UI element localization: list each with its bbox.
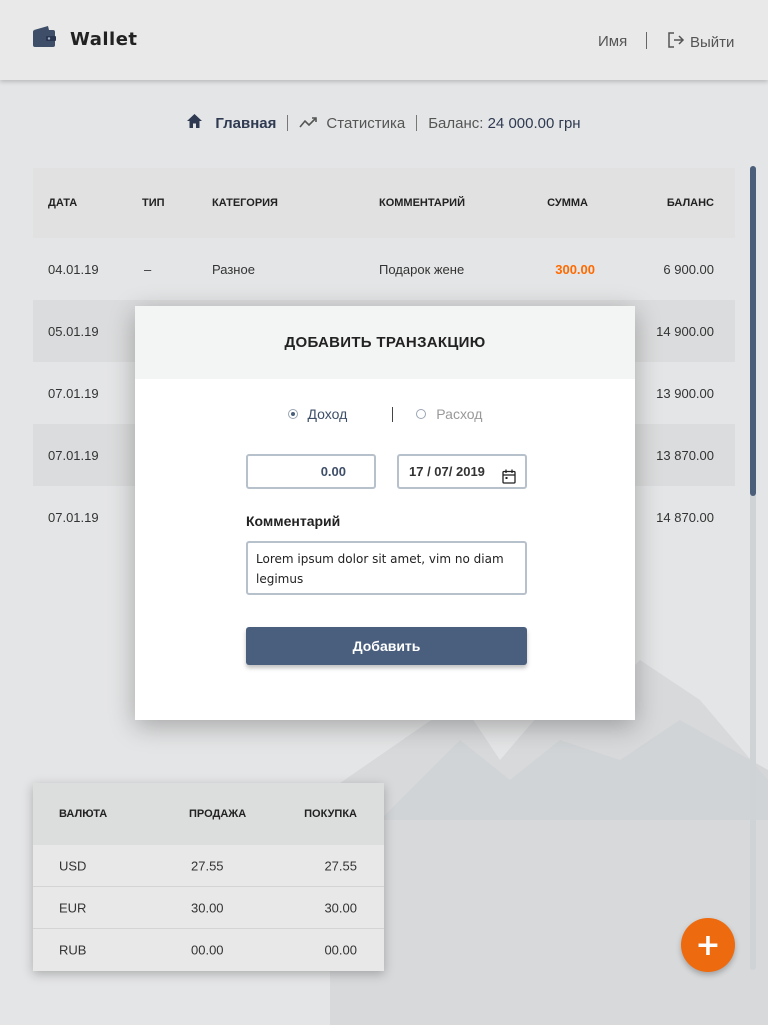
cell-balance: 13 870.00 [656, 447, 714, 463]
logout-icon [667, 31, 685, 53]
cell-date: 07.01.19 [48, 447, 99, 463]
radio-expense-indicator[interactable] [416, 409, 427, 419]
currency-row: USD 27.55 27.55 [33, 845, 384, 887]
col-currency-header: ВАЛЮТА [59, 808, 108, 820]
cell-comment: Подарок жене [379, 261, 465, 277]
cell-sell: 27.55 [191, 858, 224, 873]
radio-expense-label[interactable]: Расход [436, 406, 482, 422]
chart-line-icon [299, 115, 318, 132]
cell-currency-code: EUR [59, 900, 87, 915]
home-icon [187, 114, 203, 132]
top-header: Wallet Имя Выйти [0, 0, 768, 80]
amount-input[interactable]: 0.00 [246, 454, 376, 489]
nav-separator [416, 115, 418, 131]
col-type-header: ТИП [142, 197, 165, 209]
balance-label: Баланс: [428, 114, 484, 132]
table-row[interactable]: 04.01.19 – Разное Подарок жене 300.00 6 … [33, 238, 735, 300]
balance-value: 24 000.00 грн [487, 114, 581, 132]
currency-row: RUB 00.00 00.00 [33, 929, 384, 971]
nav-home[interactable]: Главная [187, 114, 276, 132]
cell-date: 04.01.19 [48, 261, 99, 277]
cell-date: 05.01.19 [48, 323, 99, 339]
main-nav: Главная Статистика Баланс: 24 000.00 грн [0, 112, 768, 134]
cell-balance: 14 870.00 [656, 509, 714, 525]
nav-statistics-label: Статистика [326, 114, 406, 132]
wallet-icon [32, 26, 56, 53]
add-transaction-modal: ДОБАВИТЬ ТРАНЗАКЦИЮ Доход Расход 0.00 17… [135, 306, 635, 720]
radio-income-label[interactable]: Доход [308, 406, 348, 422]
logout-label: Выйти [690, 33, 735, 51]
add-button[interactable]: Добавить [246, 627, 527, 665]
logout-button[interactable]: Выйти [667, 31, 734, 53]
date-value: 17 / 07/ 2019 [409, 464, 485, 479]
logo[interactable]: Wallet [32, 26, 138, 53]
cell-buy: 30.00 [324, 900, 357, 915]
header-divider [646, 32, 647, 49]
table-header: ДАТА ТИП КАТЕГОРИЯ КОММЕНТАРИЙ СУММА БАЛ… [33, 168, 735, 238]
currency-table: ВАЛЮТА ПРОДАЖА ПОКУПКА USD 27.55 27.55 E… [33, 783, 384, 971]
cell-sell: 00.00 [191, 942, 224, 958]
add-transaction-fab[interactable]: + [681, 918, 735, 972]
cell-sum: 300.00 [555, 261, 595, 277]
nav-home-label: Главная [215, 114, 277, 132]
cell-currency-code: RUB [59, 942, 87, 958]
cell-date: 07.01.19 [48, 509, 99, 525]
cell-buy: 27.55 [324, 858, 357, 873]
date-input[interactable]: 17 / 07/ 2019 [397, 454, 527, 489]
plus-icon: + [695, 927, 721, 963]
nav-statistics[interactable]: Статистика [299, 115, 405, 132]
nav-separator [287, 115, 289, 131]
col-balance-header: БАЛАНС [666, 197, 714, 209]
logo-text: Wallet [70, 29, 138, 50]
cell-type: – [144, 261, 152, 277]
radio-separator [392, 406, 394, 422]
calendar-icon[interactable] [502, 464, 516, 495]
col-sell-header: ПРОДАЖА [189, 808, 247, 820]
cell-category: Разное [212, 261, 255, 277]
cell-currency-code: USD [59, 858, 87, 873]
currency-row: EUR 30.00 30.00 [33, 887, 384, 929]
comment-textarea[interactable]: Lorem ipsum dolor sit amet, vim no diam … [246, 541, 527, 595]
user-name: Имя [598, 33, 628, 50]
cell-balance: 6 900.00 [663, 261, 714, 277]
comment-label: Комментарий [246, 513, 341, 529]
radio-expense[interactable]: Расход [416, 406, 482, 422]
radio-income[interactable]: Доход [287, 406, 348, 422]
currency-table-header: ВАЛЮТА ПРОДАЖА ПОКУПКА [33, 783, 384, 845]
cell-buy: 00.00 [324, 942, 357, 958]
col-category-header: КАТЕГОРИЯ [212, 197, 278, 209]
col-sum-header: СУММА [547, 197, 588, 209]
modal-title: ДОБАВИТЬ ТРАНЗАКЦИЮ [135, 306, 635, 379]
cell-balance: 13 900.00 [656, 385, 714, 401]
cell-date: 07.01.19 [48, 385, 99, 401]
col-comment-header: КОММЕНТАРИЙ [379, 197, 465, 209]
cell-balance: 14 900.00 [656, 323, 714, 339]
scrollbar-thumb[interactable] [750, 166, 756, 496]
page-scrollbar[interactable] [750, 166, 756, 970]
col-buy-header: ПОКУПКА [304, 808, 357, 820]
col-date-header: ДАТА [48, 197, 78, 209]
transaction-type-radios: Доход Расход [135, 406, 635, 422]
balance-display: Баланс: 24 000.00 грн [428, 115, 580, 132]
radio-income-indicator[interactable] [287, 409, 298, 419]
cell-sell: 30.00 [191, 900, 224, 915]
